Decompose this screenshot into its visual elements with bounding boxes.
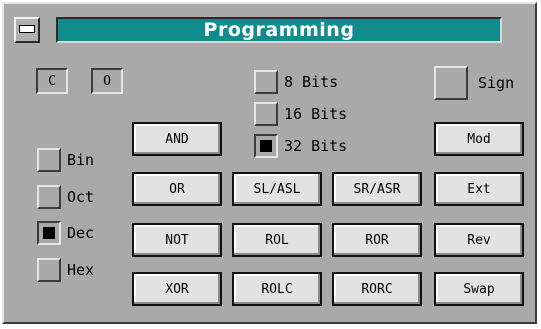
rorc-button[interactable]: RORC — [332, 272, 422, 306]
base-oct[interactable]: Oct — [37, 185, 94, 209]
radio-16-bits[interactable] — [254, 102, 278, 126]
window-menu-icon — [19, 25, 35, 33]
sign-label: Sign — [478, 74, 515, 92]
radio-8-bits[interactable] — [254, 70, 278, 94]
label-bin: Bin — [67, 151, 95, 169]
rev-button[interactable]: Rev — [434, 223, 524, 257]
ext-button[interactable]: Ext — [434, 172, 524, 206]
base-dec[interactable]: Dec — [37, 221, 94, 245]
label-8-bits: 8 Bits — [284, 73, 339, 91]
sign-checkbox[interactable] — [434, 66, 468, 100]
mod-button[interactable]: Mod — [434, 122, 524, 156]
ror-button[interactable]: ROR — [332, 223, 422, 257]
sl-asl-button[interactable]: SL/ASL — [232, 172, 322, 206]
and-button[interactable]: AND — [132, 122, 222, 156]
window-title: Programming — [203, 19, 355, 41]
word-size-16-bits[interactable]: 16 Bits — [254, 102, 347, 126]
base-hex[interactable]: Hex — [37, 258, 94, 282]
label-oct: Oct — [67, 188, 95, 206]
radio-oct[interactable] — [37, 185, 61, 209]
label-32-bits: 32 Bits — [284, 137, 348, 155]
sign-option[interactable]: Sign — [434, 66, 514, 100]
label-16-bits: 16 Bits — [284, 105, 348, 123]
rol-button[interactable]: ROL — [232, 223, 322, 257]
title-bar[interactable]: Programming — [56, 17, 502, 43]
label-dec: Dec — [67, 224, 95, 242]
xor-button[interactable]: XOR — [132, 272, 222, 306]
label-hex: Hex — [67, 261, 95, 279]
sr-asr-button[interactable]: SR/ASR — [332, 172, 422, 206]
radio-dec[interactable] — [37, 221, 61, 245]
base-bin[interactable]: Bin — [37, 148, 94, 172]
radio-bin[interactable] — [37, 148, 61, 172]
programming-window: Programming C O 8 Bits 16 Bits 32 Bits S… — [2, 2, 537, 324]
word-size-8-bits[interactable]: 8 Bits — [254, 70, 338, 94]
not-button[interactable]: NOT — [132, 223, 222, 257]
carry-flag-indicator: C — [36, 68, 68, 94]
swap-button[interactable]: Swap — [434, 272, 524, 306]
window-menu-button[interactable] — [14, 17, 40, 43]
rolc-button[interactable]: ROLC — [232, 272, 322, 306]
radio-hex[interactable] — [37, 258, 61, 282]
overflow-flag-indicator: O — [91, 68, 123, 94]
or-button[interactable]: OR — [132, 172, 222, 206]
radio-32-bits[interactable] — [254, 134, 278, 158]
word-size-32-bits[interactable]: 32 Bits — [254, 134, 347, 158]
